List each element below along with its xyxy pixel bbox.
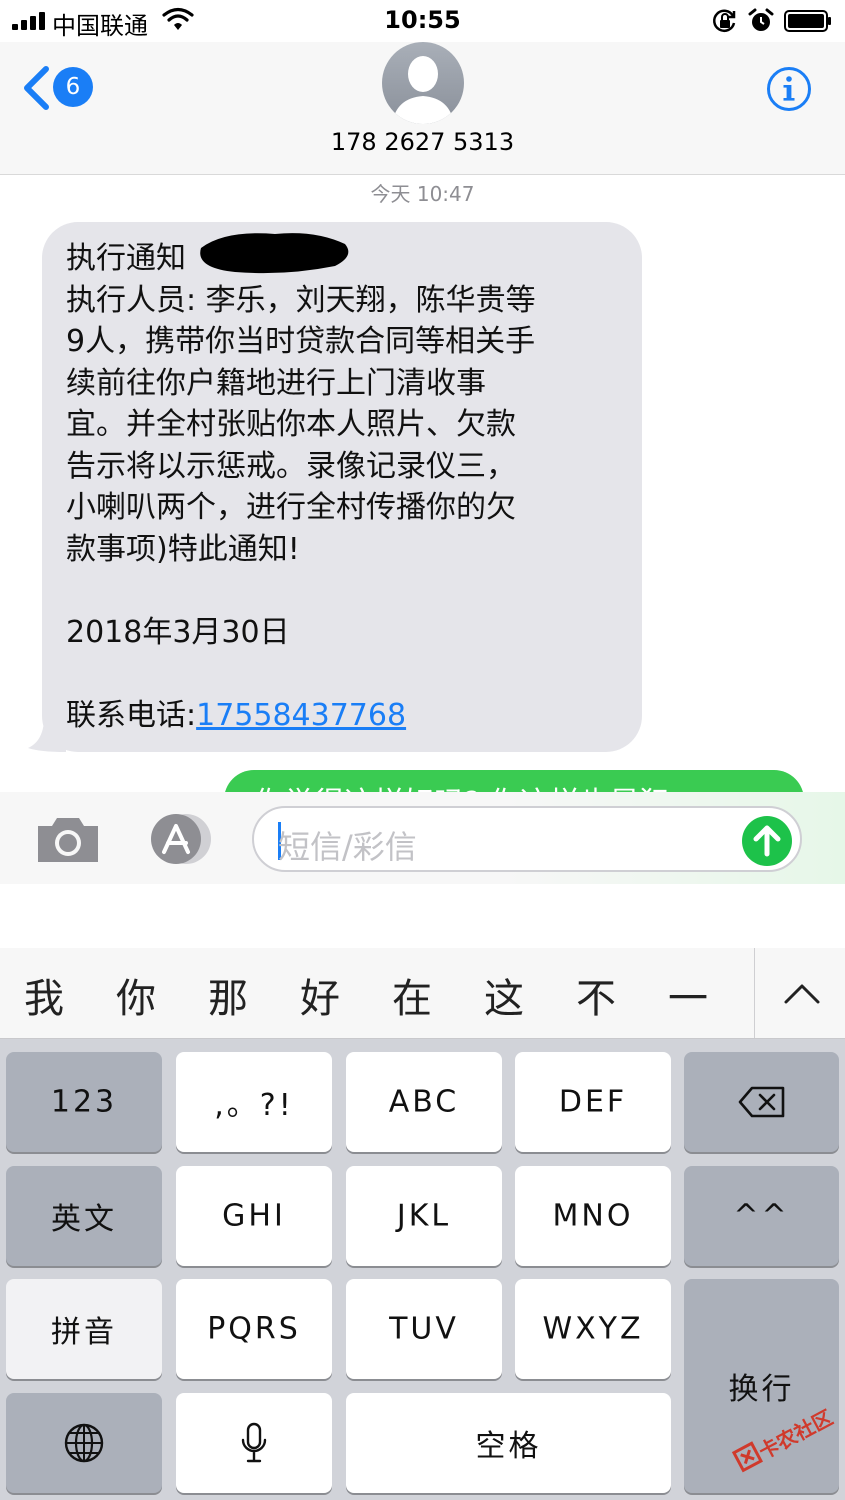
battery-icon: [784, 10, 831, 32]
key-numbers[interactable]: 123: [6, 1052, 162, 1152]
globe-icon: [64, 1423, 104, 1463]
contact-phone-line: 联系电话:17558437768: [66, 695, 626, 737]
key-pinyin[interactable]: 拼音: [6, 1279, 162, 1379]
contact-number[interactable]: 178 2627 5313: [0, 128, 845, 156]
input-spacer: [0, 884, 845, 949]
message-line: 款事项)特此通知!: [66, 531, 300, 567]
message-timestamp: 今天 10:47: [370, 182, 475, 206]
phone-number-link[interactable]: 17558437768: [196, 698, 406, 733]
message-input-bar: 短信/彩信: [0, 792, 845, 884]
alarm-icon: [748, 8, 774, 31]
keyboard: 123 ,。?! ABC DEF 英文 GHI JKL MNO ^^ 拼音 PQ…: [0, 1039, 845, 1500]
candidate-word[interactable]: 你: [106, 966, 166, 1024]
key-delete[interactable]: [684, 1052, 839, 1152]
candidate-word[interactable]: 那: [198, 966, 258, 1024]
avatar-silhouette-icon: [392, 56, 454, 124]
microphone-icon: [241, 1422, 267, 1463]
send-arrow-icon[interactable]: [742, 816, 792, 866]
key-english[interactable]: 英文: [6, 1166, 162, 1266]
key-def[interactable]: DEF: [515, 1052, 671, 1152]
candidate-word[interactable]: 我: [14, 966, 74, 1024]
contact-phone-label: 联系电话:: [66, 697, 197, 733]
key-emoticon[interactable]: ^^: [684, 1166, 839, 1266]
key-globe[interactable]: [6, 1393, 162, 1493]
key-space[interactable]: 空格: [346, 1393, 671, 1493]
key-wxyz[interactable]: WXYZ: [515, 1279, 671, 1379]
message-date: 2018年3月30日: [66, 614, 290, 650]
message-line: 续前往你户籍地进行上门清收事: [66, 365, 486, 401]
message-line: 小喇叭两个，进行全村传播你的欠: [66, 490, 516, 525]
key-pqrs[interactable]: PQRS: [176, 1279, 332, 1379]
message-placeholder: 短信/彩信: [278, 828, 417, 866]
unread-count-badge: 6: [53, 67, 93, 107]
candidate-word[interactable]: 一: [658, 966, 718, 1024]
key-dictation[interactable]: [176, 1393, 332, 1493]
info-icon[interactable]: [766, 66, 812, 112]
candidate-word[interactable]: 不: [566, 966, 626, 1024]
candidate-word[interactable]: 在: [382, 966, 442, 1024]
key-mno[interactable]: MNO: [515, 1166, 671, 1266]
camera-icon[interactable]: [34, 814, 102, 864]
key-tuv[interactable]: TUV: [346, 1279, 502, 1379]
conversation-header: 6 178 2627 5313: [0, 42, 845, 175]
key-punctuation[interactable]: ,。?!: [176, 1052, 332, 1152]
key-jkl[interactable]: JKL: [346, 1166, 502, 1266]
key-ghi[interactable]: GHI: [176, 1166, 332, 1266]
candidate-word[interactable]: 这: [474, 966, 534, 1024]
delete-icon: [738, 1086, 784, 1118]
redaction-mark: [200, 233, 349, 274]
back-button[interactable]: 6: [22, 64, 102, 112]
back-chevron-icon: [24, 66, 49, 110]
candidate-divider: [754, 948, 755, 1038]
message-line: 告示将以示惩戒。录像记录仪三，: [66, 448, 516, 484]
message-line: 宜。并全村张贴你本人照片、欠款: [66, 407, 516, 442]
key-abc[interactable]: ABC: [346, 1052, 502, 1152]
candidate-word[interactable]: 好: [290, 966, 350, 1024]
status-bar: 中国联通 10:55: [0, 0, 845, 42]
candidate-bar: 我 你 那 好 在 这 不 一: [0, 948, 845, 1039]
message-line: 执行人员: 李乐，刘天翔，陈华贵等: [66, 282, 536, 318]
orientation-lock-icon: [713, 9, 736, 33]
message-input[interactable]: 短信/彩信: [252, 806, 802, 872]
app-store-icon[interactable]: [142, 812, 216, 866]
contact-avatar[interactable]: [382, 42, 464, 124]
received-message-text: 执行通知 执行人员: 李乐，刘天翔，陈华贵等 9人，携带你当时贷款合同等相关手 …: [66, 238, 626, 736]
collapse-chevron-icon[interactable]: [780, 974, 824, 1012]
message-line: 9人，携带你当时贷款合同等相关手: [66, 324, 536, 359]
